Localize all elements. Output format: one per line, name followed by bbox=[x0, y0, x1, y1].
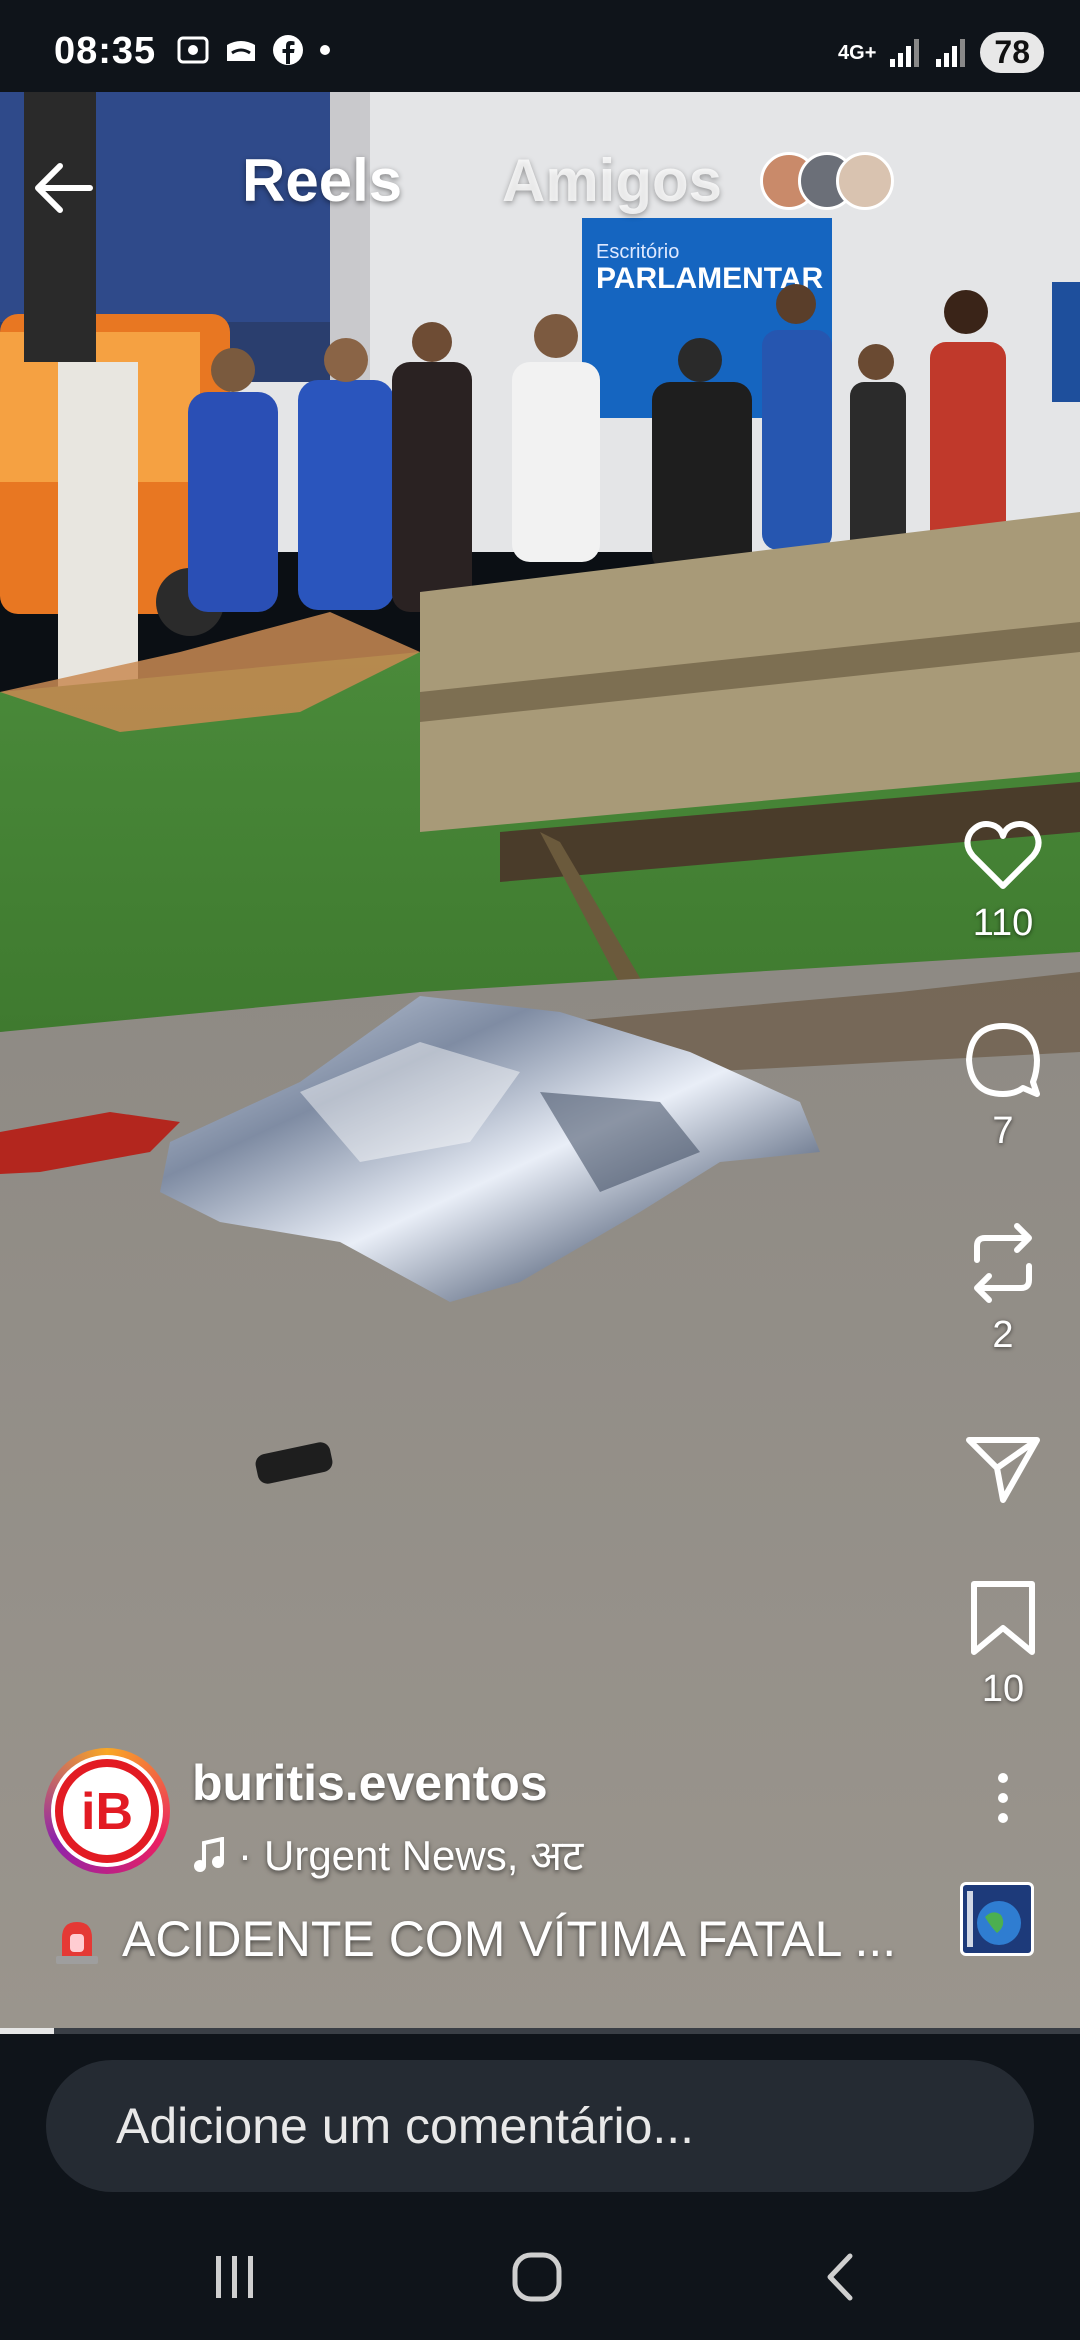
status-time: 08:35 bbox=[54, 30, 157, 72]
bookmark-icon bbox=[971, 1581, 1035, 1655]
save-count: 10 bbox=[981, 1668, 1025, 1710]
audio-separator: · bbox=[238, 1830, 252, 1878]
post-info: iB buritis.eventos · Urgent News, अट ACI… bbox=[0, 1740, 1080, 2030]
signal-icon-2 bbox=[936, 38, 966, 67]
tab-friends[interactable]: Amigos bbox=[502, 146, 722, 215]
send-icon bbox=[966, 1437, 1040, 1503]
username[interactable]: buritis.eventos bbox=[192, 1754, 548, 1812]
comment-button[interactable]: 7 bbox=[948, 1020, 1058, 1153]
comment-input[interactable]: Adicione um comentário... bbox=[46, 2060, 1034, 2192]
post-caption[interactable]: ACIDENTE COM VÍTIMA FATAL ... bbox=[50, 1910, 930, 1968]
signal-icon bbox=[890, 38, 920, 67]
dot-icon bbox=[320, 45, 330, 55]
audio-title: Urgent News, अट bbox=[264, 1832, 584, 1879]
like-button[interactable]: 110 bbox=[948, 820, 1058, 945]
profile-avatar[interactable]: iB bbox=[44, 1748, 170, 1874]
friend-avatars[interactable] bbox=[760, 152, 900, 216]
battery-level: 78 bbox=[980, 32, 1044, 73]
music-note-icon bbox=[194, 1836, 224, 1872]
repost-icon bbox=[974, 1223, 1032, 1303]
screenshot-icon bbox=[177, 36, 209, 64]
profile-logo-letters: iB bbox=[81, 1783, 133, 1841]
home-icon[interactable] bbox=[510, 2250, 566, 2304]
comment-count: 7 bbox=[992, 1110, 1014, 1152]
tab-reels[interactable]: Reels bbox=[242, 146, 402, 215]
status-system-icons: 4G+ 78 bbox=[838, 32, 1044, 73]
globe-icon bbox=[967, 1891, 1021, 1947]
status-notification-icons bbox=[176, 34, 332, 66]
audio-attribution[interactable]: · Urgent News, अट bbox=[192, 1826, 583, 1883]
recents-icon[interactable] bbox=[210, 2250, 260, 2304]
repost-button[interactable]: 2 bbox=[948, 1222, 1058, 1357]
share-button[interactable] bbox=[948, 1434, 1058, 1504]
heart-icon bbox=[964, 821, 1042, 889]
reels-header: Reels Amigos bbox=[0, 92, 1080, 272]
status-bar: 08:35 4G+ 78 bbox=[0, 0, 1080, 92]
caption-text: ACIDENTE COM VÍTIMA FATAL ... bbox=[122, 1911, 897, 1967]
audio-thumbnail[interactable] bbox=[960, 1882, 1034, 1956]
facebook-icon bbox=[273, 35, 303, 65]
comment-bar: Adicione um comentário... bbox=[0, 2034, 1080, 2214]
profile-logo: iB bbox=[55, 1759, 159, 1863]
reels-screen: 08:35 4G+ 78 Escritório PARLAMENTAR Reel… bbox=[0, 0, 1080, 2340]
comment-icon bbox=[966, 1023, 1040, 1097]
save-button[interactable]: 10 bbox=[948, 1578, 1058, 1711]
cast-icon bbox=[227, 41, 255, 61]
video-progress-fill bbox=[0, 2028, 54, 2034]
like-count: 110 bbox=[972, 902, 1034, 944]
siren-emoji-icon bbox=[56, 1922, 98, 1964]
repost-count: 2 bbox=[992, 1314, 1014, 1356]
back-icon[interactable] bbox=[820, 2250, 860, 2304]
comment-placeholder: Adicione um comentário... bbox=[116, 2098, 695, 2154]
video-progress[interactable] bbox=[0, 2028, 1080, 2034]
arrow-left-icon[interactable] bbox=[28, 150, 104, 226]
system-nav-bar bbox=[0, 2214, 1080, 2340]
friend-avatar bbox=[836, 152, 894, 210]
network-type: 4G+ bbox=[838, 41, 877, 64]
